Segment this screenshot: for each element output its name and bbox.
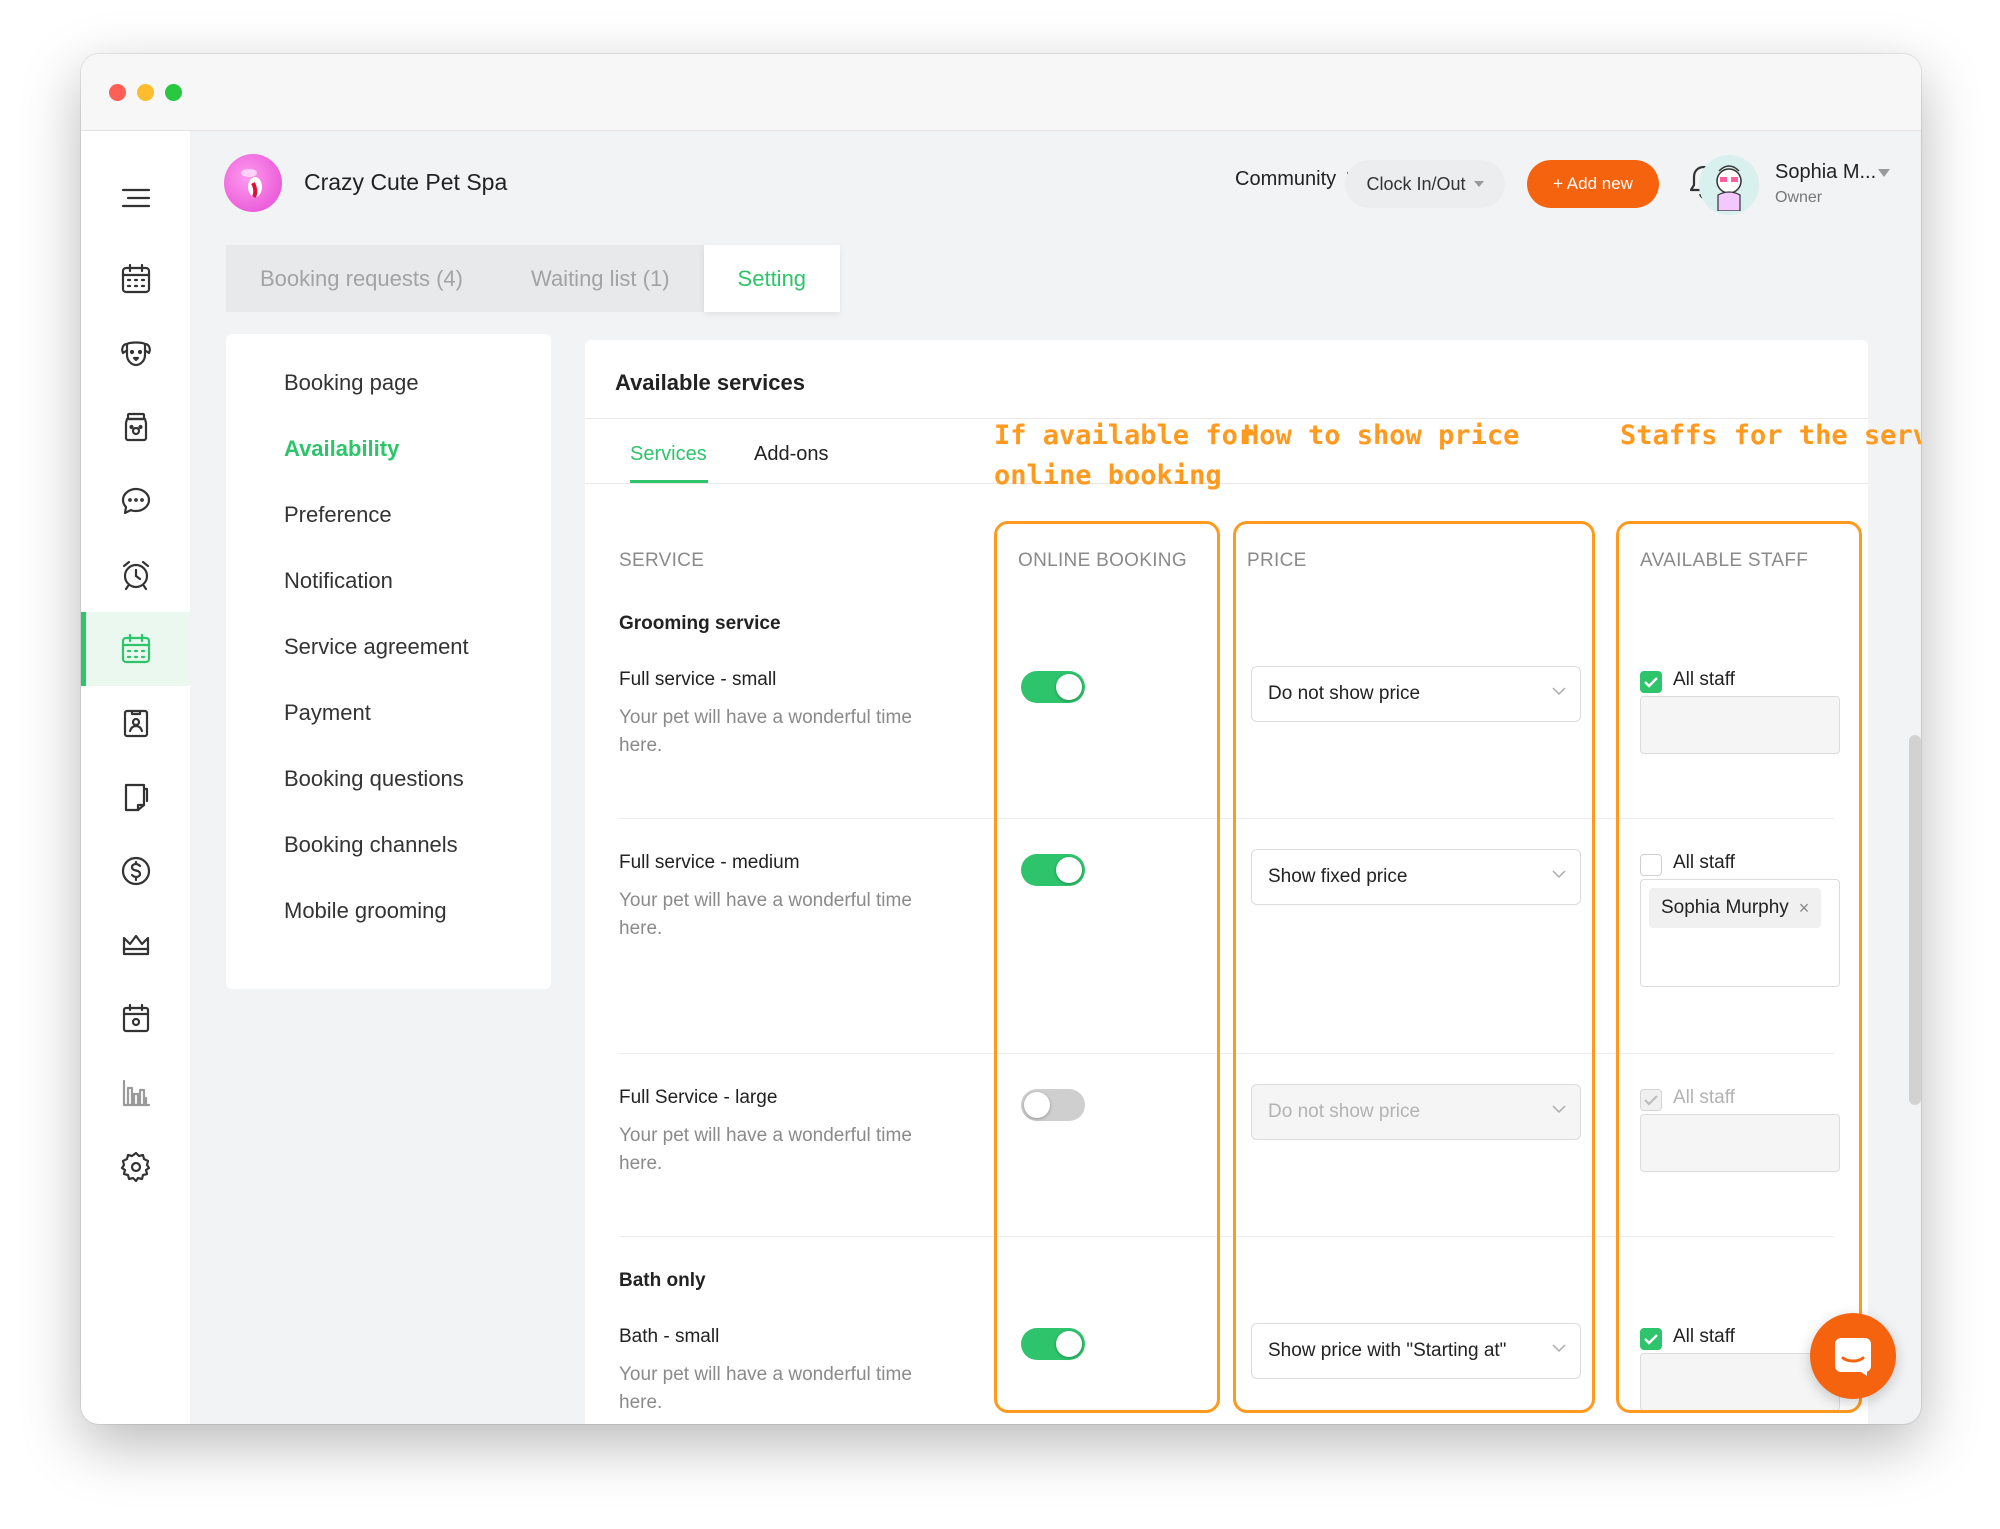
service-name: Full Service - large — [619, 1087, 778, 1108]
sidebar — [81, 131, 190, 1424]
service-description: Your pet will have a wonderful time here… — [619, 1125, 912, 1174]
staff-highlight — [1616, 521, 1862, 1413]
subtab-add-ons[interactable]: Add-ons — [754, 443, 829, 466]
chat-icon — [1835, 1338, 1871, 1376]
title-bar — [81, 54, 1921, 131]
sidebar-item-payments[interactable] — [81, 834, 190, 908]
annotation-price: How to show price — [1243, 420, 1520, 451]
community-label: Community — [1235, 168, 1337, 190]
subtab-services[interactable]: Services — [630, 443, 707, 466]
divider — [585, 483, 1868, 484]
business-name: Crazy Cute Pet Spa — [304, 169, 508, 195]
sidebar-item-reports[interactable] — [81, 1056, 190, 1130]
booking-tabs: Booking requests (4) Waiting list (1) Se… — [226, 245, 841, 312]
user-avatar[interactable] — [1699, 155, 1759, 215]
column-header-service: SERVICE — [619, 550, 705, 571]
vertical-scrollbar[interactable] — [1909, 735, 1921, 1105]
sidebar-item-agreements[interactable] — [81, 760, 190, 834]
service-name: Full service - small — [619, 669, 777, 690]
sidebar-item-staff[interactable] — [81, 686, 190, 760]
clock-label: Clock In/Out — [1366, 173, 1466, 194]
annotation-staff: Staffs for the service — [1620, 420, 1921, 451]
top-header: Crazy Cute Pet Spa Community Clock In/Ou… — [190, 131, 1921, 241]
sidebar-item-messages[interactable] — [81, 464, 190, 538]
calendar-icon — [121, 263, 150, 294]
sidebar-item-pets[interactable] — [81, 316, 190, 390]
bar-chart-icon — [122, 1079, 150, 1107]
maximize-window-button[interactable] — [165, 84, 182, 101]
app-window: Crazy Cute Pet Spa Community Clock In/Ou… — [81, 54, 1921, 1424]
sidebar-item-calendar[interactable] — [81, 242, 190, 316]
user-role: Owner — [1775, 189, 1823, 206]
user-menu-caret-icon[interactable] — [1878, 169, 1890, 177]
book-icon — [124, 783, 148, 812]
sidebar-item-products[interactable] — [81, 390, 190, 464]
menu-item-payment[interactable]: Payment — [284, 700, 371, 726]
pet-food-jar-icon — [124, 412, 147, 442]
menu-item-service-agreement[interactable]: Service agreement — [284, 634, 469, 660]
sidebar-item-reminders[interactable] — [81, 538, 190, 612]
booking-calendar-icon — [121, 633, 150, 664]
menu-icon — [121, 188, 150, 208]
annotation-online-booking-line1: If available for — [994, 420, 1255, 451]
staff-badge-icon — [123, 709, 148, 738]
pet-face-icon — [120, 341, 151, 367]
message-icon — [121, 487, 150, 515]
settings-menu: Booking page Availability Preference Not… — [226, 334, 551, 989]
menu-item-mobile-grooming[interactable]: Mobile grooming — [284, 898, 447, 924]
tab-setting[interactable]: Setting — [703, 245, 841, 312]
dollar-icon — [121, 856, 150, 886]
crown-icon — [122, 934, 149, 956]
sidebar-menu-toggle[interactable] — [81, 161, 190, 235]
menu-item-booking-questions[interactable]: Booking questions — [284, 766, 464, 792]
menu-item-availability[interactable]: Availability — [284, 436, 399, 462]
sidebar-item-settings[interactable] — [81, 1130, 190, 1204]
tab-waiting-list[interactable]: Waiting list (1) — [497, 245, 704, 312]
add-new-button[interactable]: + Add new — [1527, 160, 1659, 208]
panel-title: Available services — [615, 370, 805, 395]
group-title: Bath only — [619, 1270, 706, 1291]
service-description: Your pet will have a wonderful time here… — [619, 1364, 912, 1413]
menu-item-preference[interactable]: Preference — [284, 502, 392, 528]
gear-icon — [120, 1151, 150, 1183]
minimize-window-button[interactable] — [137, 84, 154, 101]
clock-in-out-dropdown[interactable]: Clock In/Out — [1345, 160, 1505, 208]
menu-item-notification[interactable]: Notification — [284, 568, 393, 594]
menu-item-booking-page[interactable]: Booking page — [284, 370, 419, 396]
chat-support-button[interactable] — [1810, 1313, 1896, 1399]
sidebar-item-appointments[interactable] — [81, 982, 190, 1056]
price-highlight — [1233, 521, 1595, 1413]
calendar-check-icon — [122, 1003, 149, 1033]
online-booking-highlight — [994, 521, 1220, 1413]
tab-booking-requests[interactable]: Booking requests (4) — [226, 245, 497, 312]
service-name: Bath - small — [619, 1326, 720, 1347]
sidebar-item-online-booking[interactable] — [81, 612, 190, 686]
group-title: Grooming service — [619, 613, 781, 634]
sidebar-item-membership[interactable] — [81, 908, 190, 982]
annotation-online-booking-line2: online booking — [994, 460, 1222, 491]
close-window-button[interactable] — [109, 84, 126, 101]
service-description: Your pet will have a wonderful time here… — [619, 890, 912, 939]
service-description: Your pet will have a wonderful time here… — [619, 707, 912, 756]
alarm-clock-icon — [122, 560, 149, 591]
service-name: Full service - medium — [619, 852, 800, 873]
user-name[interactable]: Sophia M... — [1775, 161, 1876, 184]
business-logo — [224, 154, 282, 212]
menu-item-booking-channels[interactable]: Booking channels — [284, 832, 458, 858]
caret-down-icon — [1473, 181, 1484, 187]
